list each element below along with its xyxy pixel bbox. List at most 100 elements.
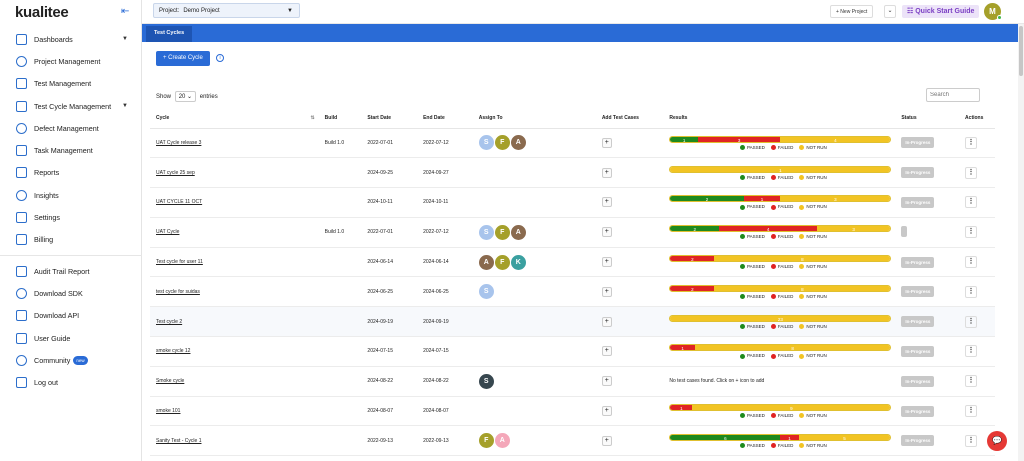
sidebar-item-billing[interactable]: Billing bbox=[0, 229, 142, 251]
column-header-add-test-cases[interactable]: Add Test Cases bbox=[595, 109, 664, 129]
sidebar-item-project-management[interactable]: Project Management bbox=[0, 50, 142, 72]
add-test-case-button[interactable]: + bbox=[601, 406, 612, 417]
sidebar-item-task-management[interactable]: Task Management bbox=[0, 139, 142, 161]
cycle-link[interactable]: Test cycle for user 11 bbox=[156, 259, 203, 265]
add-test-case-button[interactable]: + bbox=[601, 257, 612, 268]
column-header-results[interactable]: Results bbox=[663, 109, 896, 129]
cycle-link[interactable]: smoke 101 bbox=[156, 408, 180, 414]
cycle-link[interactable]: Sanity Test - Cycle 1 bbox=[156, 438, 201, 444]
cycle-link[interactable]: UAT Cycle bbox=[156, 229, 179, 235]
scrollbar-thumb[interactable] bbox=[1019, 26, 1023, 76]
assignee-avatar[interactable]: S bbox=[478, 135, 494, 151]
column-header-assign-to[interactable]: Assign To bbox=[472, 109, 596, 129]
cell-cycle: Test cycle for user 11 bbox=[150, 247, 319, 278]
sidebar-item-user-guide[interactable]: User Guide bbox=[0, 327, 142, 349]
add-test-case-button[interactable]: + bbox=[601, 376, 612, 387]
assignee-avatar[interactable]: A bbox=[478, 254, 494, 270]
entries-select[interactable]: 20 ⌄ bbox=[174, 91, 197, 102]
assignee-avatar[interactable]: A bbox=[494, 433, 510, 449]
project-select[interactable]: Project: Demo Project ▼ bbox=[153, 3, 300, 18]
more-actions-icon[interactable]: ⋮ bbox=[965, 375, 978, 388]
cycle-link[interactable]: UAT Cycle release 3 bbox=[156, 140, 201, 146]
sort-icon[interactable]: ⇅ bbox=[310, 115, 314, 121]
assignee-avatar[interactable]: S bbox=[478, 224, 494, 240]
start-date: 2022-09-13 bbox=[367, 437, 393, 444]
sidebar-item-reports[interactable]: Reports bbox=[0, 162, 142, 184]
sidebar-item-test-cycle-management[interactable]: Test Cycle Management ▼ bbox=[0, 95, 142, 117]
results-legend: PASSED FAILED NOT RUN bbox=[669, 175, 891, 180]
sidebar-item-label: Billing bbox=[34, 235, 54, 245]
add-test-case-button[interactable]: + bbox=[601, 316, 612, 327]
column-header-actions[interactable]: Actions bbox=[959, 109, 995, 129]
add-test-case-button[interactable]: + bbox=[601, 167, 612, 178]
assignee-avatar[interactable]: F bbox=[494, 224, 510, 240]
quick-start-label: Quick Start Guide bbox=[915, 8, 975, 15]
sidebar-item-log-out[interactable]: Log out bbox=[0, 371, 142, 393]
cycle-link[interactable]: UAT CYCLE 11 OCT bbox=[156, 199, 202, 205]
quick-start-guide-button[interactable]: ☷ Quick Start Guide bbox=[902, 5, 980, 18]
page-scrollbar[interactable] bbox=[1018, 24, 1024, 461]
add-test-case-button[interactable]: + bbox=[601, 346, 612, 357]
new-project-dropdown-icon[interactable]: ⌄ bbox=[884, 5, 896, 18]
cycle-link[interactable]: UAT cycle 25 sep bbox=[156, 170, 195, 176]
sidebar-item-community[interactable]: Community new bbox=[0, 349, 142, 371]
cycle-link[interactable]: test cycle for suidas bbox=[156, 289, 200, 295]
add-test-case-button[interactable]: + bbox=[601, 286, 612, 297]
add-test-case-button[interactable]: + bbox=[601, 227, 612, 238]
more-actions-icon[interactable]: ⋮ bbox=[965, 345, 978, 358]
search-input[interactable] bbox=[926, 88, 980, 102]
assignee-avatar[interactable]: K bbox=[510, 254, 526, 270]
sidebar-item-test-management[interactable]: Test Management bbox=[0, 73, 142, 95]
cell-actions: ⋮ bbox=[959, 157, 995, 189]
sidebar-item-download-sdk[interactable]: Download SDK bbox=[0, 282, 142, 304]
cycle-link[interactable]: Test cycle 2 bbox=[156, 319, 182, 325]
column-header-end-date[interactable]: End Date bbox=[417, 109, 473, 129]
assignee-avatar[interactable]: F bbox=[478, 433, 494, 449]
more-actions-icon[interactable]: ⋮ bbox=[965, 315, 978, 328]
chat-icon[interactable]: 💬 bbox=[987, 431, 1007, 451]
more-actions-icon[interactable]: ⋮ bbox=[965, 256, 978, 269]
assignee-avatar[interactable]: F bbox=[494, 135, 510, 151]
info-icon[interactable]: i bbox=[216, 54, 224, 62]
column-header-build[interactable]: Build bbox=[318, 109, 362, 129]
assignee-avatar[interactable]: A bbox=[510, 224, 526, 240]
more-actions-icon[interactable]: ⋮ bbox=[965, 196, 978, 209]
cycle-link[interactable]: Smoke cycle bbox=[156, 378, 184, 384]
tab-test-cycles[interactable]: Test Cycles bbox=[146, 26, 193, 42]
assignee-avatar[interactable]: A bbox=[510, 135, 526, 151]
assignee-avatar[interactable]: F bbox=[494, 254, 510, 270]
column-header-start-date[interactable]: Start Date bbox=[361, 109, 418, 129]
sidebar-item-label: Task Management bbox=[34, 146, 93, 156]
add-test-case-button[interactable]: + bbox=[601, 435, 612, 446]
results-legend: PASSED FAILED NOT RUN bbox=[669, 264, 891, 270]
results-segment-passed: 6 bbox=[670, 434, 781, 440]
more-actions-icon[interactable]: ⋮ bbox=[965, 285, 978, 298]
cycle-link[interactable]: smoke cycle 12 bbox=[156, 348, 190, 354]
sidebar-item-dashboards[interactable]: Dashboards ▼ bbox=[0, 28, 142, 50]
add-test-case-button[interactable]: + bbox=[601, 197, 612, 208]
add-test-case-button[interactable]: + bbox=[601, 137, 612, 148]
sidebar-item-audit-trail-report[interactable]: Audit Trail Report bbox=[0, 260, 142, 282]
cell-end-date: 2024-09-27 bbox=[417, 157, 473, 189]
sidebar-item-settings[interactable]: Settings bbox=[0, 206, 142, 228]
column-header-cycle[interactable]: Cycle ⇅ bbox=[150, 109, 319, 129]
more-actions-icon[interactable]: ⋮ bbox=[965, 166, 978, 179]
more-actions-icon[interactable]: ⋮ bbox=[965, 136, 978, 149]
sidebar-item-defect-management[interactable]: Defect Management bbox=[0, 117, 142, 139]
end-date: 2024-10-11 bbox=[423, 199, 449, 206]
new-project-button[interactable]: + New Project bbox=[830, 5, 874, 18]
user-avatar[interactable]: M bbox=[984, 3, 1002, 20]
sidebar-item-insights[interactable]: Insights bbox=[0, 184, 142, 206]
collapse-sidebar-icon[interactable]: ⇤ bbox=[121, 6, 129, 17]
more-actions-icon[interactable]: ⋮ bbox=[965, 405, 978, 418]
cell-assign-to bbox=[472, 396, 596, 427]
more-actions-icon[interactable]: ⋮ bbox=[965, 434, 978, 447]
create-cycle-button[interactable]: + Create Cycle bbox=[156, 51, 210, 66]
sidebar-item-download-api[interactable]: Download API bbox=[0, 305, 142, 327]
topbar: Project: Demo Project ▼ + New Project ⌄ ☷ … bbox=[142, 0, 1024, 24]
column-header-status[interactable]: Status bbox=[895, 109, 960, 129]
status-badge: In-Progress bbox=[901, 345, 935, 357]
assignee-avatar[interactable]: S bbox=[478, 373, 494, 389]
assignee-avatar[interactable]: S bbox=[478, 284, 494, 300]
more-actions-icon[interactable]: ⋮ bbox=[965, 226, 978, 239]
